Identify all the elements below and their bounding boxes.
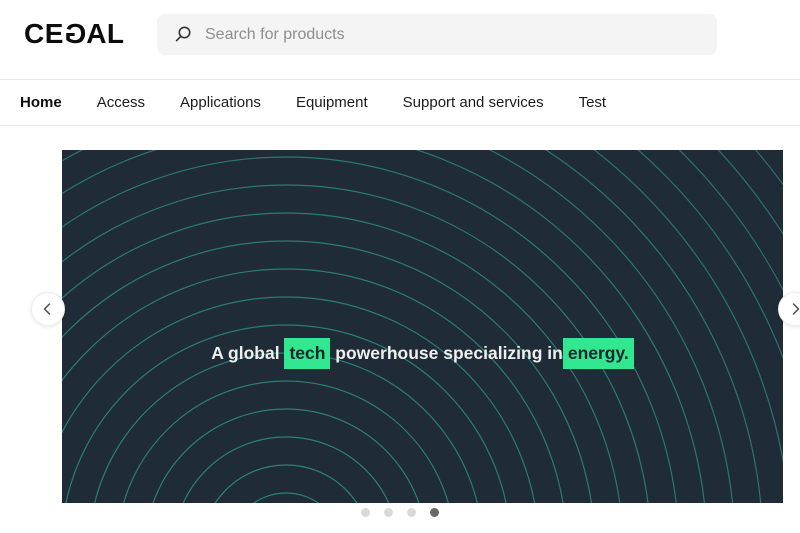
ripple-circle xyxy=(152,408,420,503)
ripple-circle xyxy=(62,240,592,503)
ripple-circle xyxy=(94,352,478,503)
carousel-dot-3[interactable] xyxy=(407,508,416,517)
ripple-circle xyxy=(123,380,449,503)
search-bar xyxy=(157,14,717,55)
ripple-pattern xyxy=(62,150,783,503)
logo-text: AL xyxy=(86,18,125,49)
ripple-circle xyxy=(62,150,705,503)
hero-highlight: tech xyxy=(284,338,331,369)
nav-item-applications[interactable]: Applications xyxy=(180,94,261,111)
header: CEGAL xyxy=(0,0,800,80)
hero-headline: A global tech powerhouse specializing in… xyxy=(62,338,783,369)
nav-item-equipment[interactable]: Equipment xyxy=(296,94,368,111)
hero-text-segment: A global xyxy=(211,343,285,363)
chevron-left-icon xyxy=(43,303,51,315)
logo-text: CE xyxy=(24,18,64,49)
hero-highlight: energy. xyxy=(562,338,634,369)
logo[interactable]: CEGAL xyxy=(24,18,125,50)
carousel-dot-1[interactable] xyxy=(361,508,370,517)
nav-item-home[interactable]: Home xyxy=(20,94,62,111)
chevron-right-icon xyxy=(792,303,800,315)
ripple-circle xyxy=(252,492,320,503)
hero-banner-slide: A global tech powerhouse specializing in… xyxy=(62,150,783,503)
carousel-dot-4-active[interactable] xyxy=(430,508,439,517)
carousel-prev-button[interactable] xyxy=(31,292,65,326)
carousel-dot-2[interactable] xyxy=(384,508,393,517)
nav-item-test[interactable]: Test xyxy=(579,94,607,111)
carousel-dots xyxy=(0,508,800,517)
nav-item-access[interactable]: Access xyxy=(97,94,145,111)
search-input[interactable] xyxy=(203,24,703,45)
hero-text-segment: powerhouse specializing in xyxy=(330,343,563,363)
logo-mirrored-g: G xyxy=(63,18,87,49)
hero-carousel: A global tech powerhouse specializing in… xyxy=(0,150,800,517)
search-icon xyxy=(175,26,191,41)
nav-item-support-and-services[interactable]: Support and services xyxy=(403,94,544,111)
ripple-circle xyxy=(214,464,358,503)
main-nav: Home Access Applications Equipment Support a… xyxy=(0,80,800,126)
